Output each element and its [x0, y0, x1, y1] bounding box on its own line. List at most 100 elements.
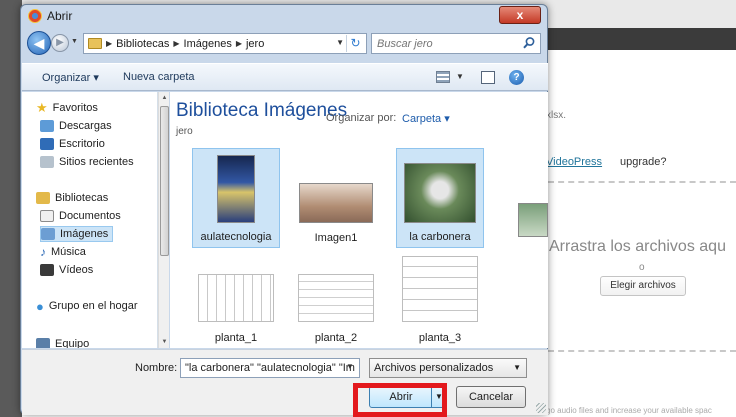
nav-label: Bibliotecas [55, 192, 109, 204]
file-tile-la-carbonera[interactable]: la carbonera [396, 148, 484, 248]
title-bar[interactable]: Abrir x [21, 5, 547, 27]
breadcrumb-libraries[interactable]: Bibliotecas [116, 38, 169, 50]
dropzone-border-bottom [548, 350, 736, 352]
nav-label: Descargas [59, 120, 112, 132]
scroll-up-icon[interactable]: ▲ [159, 92, 170, 104]
chevron-right-icon[interactable]: ▶ [106, 39, 112, 48]
music-icon: ♪ [40, 245, 46, 259]
history-dropdown-icon[interactable]: ▼ [71, 38, 78, 45]
file-list: Biblioteca Imágenes jero Organizar por: … [170, 92, 548, 348]
filename-label: Nombre: [135, 362, 178, 374]
file-thumbnail [217, 155, 255, 223]
breadcrumb-images[interactable]: Imágenes [184, 38, 232, 50]
scroll-thumb[interactable] [160, 106, 169, 256]
desktop-icon [40, 138, 54, 150]
arrange-by-dropdown[interactable]: Carpeta ▾ [402, 112, 450, 125]
address-row: ◀ ▶ ▼ ▶ Bibliotecas ▶ Imágenes ▶ jero ▼ … [27, 31, 541, 57]
address-bar[interactable]: ▶ Bibliotecas ▶ Imágenes ▶ jero ▼ ↻ [83, 33, 367, 54]
file-name: planta_1 [214, 332, 258, 344]
nav-videos[interactable]: Vídeos [40, 262, 93, 278]
nav-label: Música [51, 246, 86, 258]
resize-grip[interactable] [536, 403, 546, 413]
organize-menu[interactable]: Organizar ▾ [42, 71, 99, 84]
navigation-pane: ★ Favoritos Descargas Escritorio Sitios … [22, 92, 158, 348]
forward-arrow-icon[interactable]: ▶ [51, 34, 69, 52]
choose-files-button[interactable]: Elegir archivos [600, 276, 686, 296]
documents-icon [40, 210, 54, 222]
file-extension-text: xlsx. [546, 110, 566, 121]
cancel-button[interactable]: Cancelar [456, 386, 526, 408]
homegroup-icon: ● [36, 298, 44, 314]
or-text: o [639, 262, 645, 273]
dialog-title: Abrir [47, 9, 73, 23]
chevron-down-icon: ▼ [513, 363, 521, 372]
library-subtitle: jero [176, 126, 193, 137]
file-thumbnail [298, 274, 374, 322]
nav-images[interactable]: Imágenes [40, 226, 114, 242]
filename-input[interactable]: "la carbonera" "aulatecnologia" "Im [180, 358, 360, 378]
open-file-dialog: Abrir x ◀ ▶ ▼ ▶ Bibliotecas ▶ Imágenes ▶… [20, 4, 548, 415]
nav-music[interactable]: ♪ Música [40, 244, 86, 260]
downloads-icon [40, 120, 54, 132]
nav-downloads[interactable]: Descargas [40, 118, 112, 134]
nav-recent[interactable]: Sitios recientes [40, 154, 134, 170]
library-title: Biblioteca Imágenes [176, 100, 348, 121]
nav-computer[interactable]: Equipo [36, 336, 89, 348]
file-thumbnail [198, 274, 274, 322]
chrome-icon [28, 9, 42, 23]
file-name-area: Nombre: "la carbonera" "aulatecnologia" … [22, 349, 548, 415]
admin-sidebar [0, 0, 22, 417]
recent-places-icon [40, 156, 54, 168]
file-name: planta_2 [314, 332, 358, 344]
view-dropdown-icon[interactable]: ▼ [456, 72, 464, 81]
search-input[interactable] [372, 34, 512, 53]
file-tile-imagen1[interactable]: Imagen1 [292, 148, 380, 248]
nav-documents[interactable]: Documentos [40, 208, 121, 224]
upgrade-text: upgrade? [620, 156, 667, 168]
search-box[interactable] [371, 33, 541, 54]
dropzone-border-top [548, 181, 736, 183]
filename-dropdown-icon[interactable]: ▼ [346, 362, 354, 371]
file-type-value: Archivos personalizados [374, 362, 494, 374]
chevron-right-icon[interactable]: ▶ [236, 39, 242, 48]
admin-bar [545, 28, 736, 50]
nav-label: Imágenes [60, 228, 109, 240]
command-bar: Organizar ▾ Nueva carpeta ▼ ? [22, 63, 548, 91]
breadcrumb-jero[interactable]: jero [246, 38, 264, 50]
search-icon[interactable] [522, 36, 536, 50]
libraries-icon [36, 192, 50, 204]
refresh-icon[interactable]: ↻ [346, 35, 364, 52]
address-dropdown-icon[interactable]: ▼ [336, 38, 344, 47]
file-tile-planta-3[interactable]: planta_3 [396, 248, 484, 348]
star-icon: ★ [36, 100, 48, 115]
file-tile-planta-2[interactable]: planta_2 [292, 248, 380, 348]
file-thumbnail [299, 183, 373, 223]
file-name: la carbonera [409, 231, 471, 243]
nav-libraries[interactable]: Bibliotecas [36, 190, 108, 206]
nav-desktop[interactable]: Escritorio [40, 136, 105, 152]
nav-homegroup[interactable]: ● Grupo en el hogar [36, 298, 138, 314]
nav-favorites[interactable]: ★ Favoritos [36, 100, 98, 116]
file-name: aulatecnologia [200, 231, 272, 243]
videopress-link[interactable]: VideoPress [546, 156, 602, 168]
nav-scrollbar[interactable]: ▲ ▼ [158, 92, 169, 348]
file-type-select[interactable]: Archivos personalizados ▼ [369, 358, 527, 378]
file-tile-planta-1[interactable]: planta_1 [192, 248, 280, 348]
scroll-down-icon[interactable]: ▼ [159, 336, 170, 348]
nav-label: Documentos [59, 210, 121, 222]
file-name: Imagen1 [314, 232, 358, 244]
preview-pane-icon[interactable] [481, 71, 495, 84]
footer-note: go audio files and increase your availab… [546, 406, 712, 415]
help-icon[interactable]: ? [509, 70, 524, 85]
view-icon[interactable] [436, 71, 450, 83]
file-tile-aulatecnologia[interactable]: aulatecnologia [192, 148, 280, 248]
new-folder-button[interactable]: Nueva carpeta [123, 71, 195, 83]
chevron-right-icon[interactable]: ▶ [173, 39, 179, 48]
dropzone-text: Arrastra los archivos aqu [549, 238, 726, 255]
file-thumbnail [402, 256, 478, 322]
computer-icon [36, 338, 50, 348]
nav-label: Grupo en el hogar [48, 300, 138, 312]
close-button[interactable]: x [499, 6, 541, 24]
back-arrow-icon[interactable]: ◀ [27, 31, 51, 55]
images-icon [41, 228, 55, 240]
